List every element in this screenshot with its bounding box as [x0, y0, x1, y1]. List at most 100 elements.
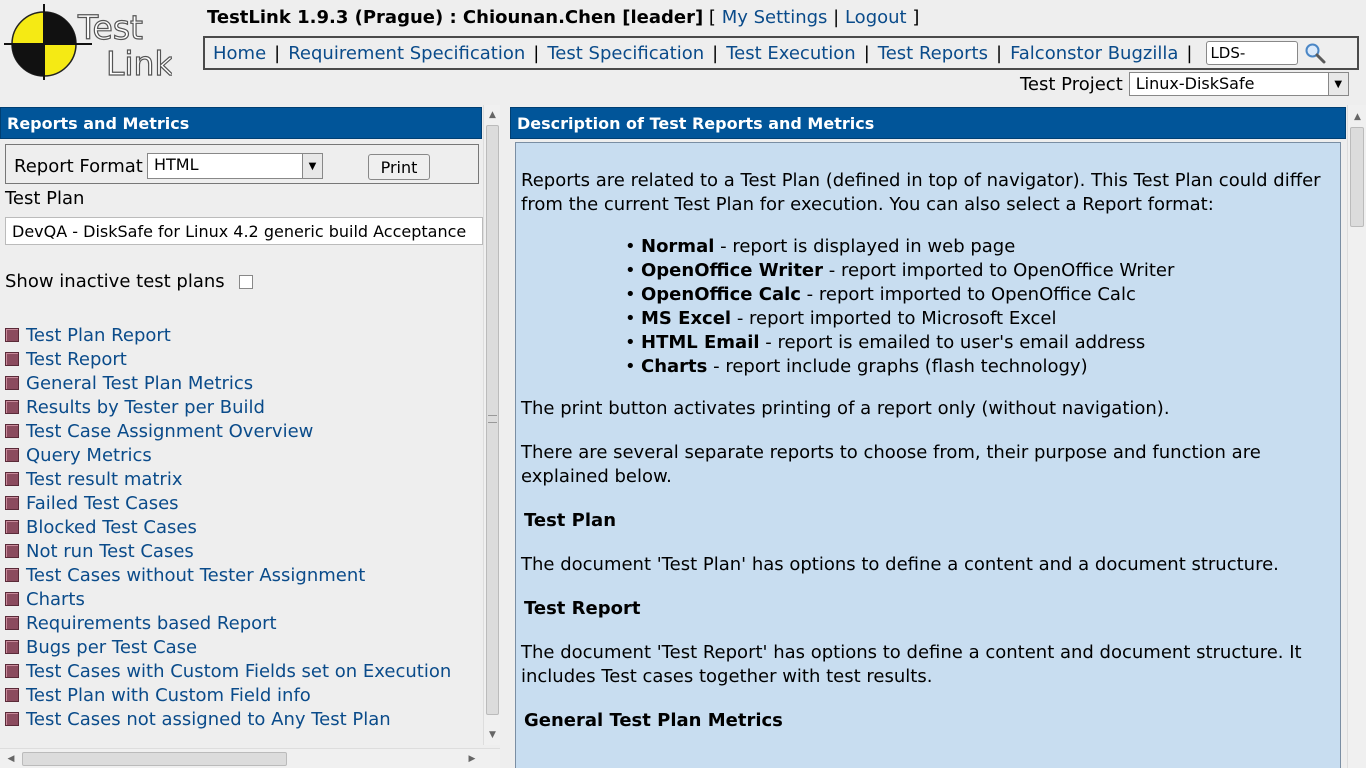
left-vertical-scrollbar[interactable]: ▲ ▼ — [483, 105, 500, 745]
scroll-left-icon[interactable]: ◀ — [3, 749, 19, 768]
list-item: Test Case Assignment Overview — [5, 419, 451, 443]
list-item: General Test Plan Metrics — [5, 371, 451, 395]
app-title: TestLink 1.9.3 (Prague) : Chiounan.Chen … — [207, 7, 704, 28]
format-desc: - report imported to OpenOffice Writer — [823, 260, 1175, 281]
scroll-right-icon[interactable]: ▶ — [464, 749, 480, 768]
report-link-bugs[interactable]: Bugs per Test Case — [26, 637, 197, 658]
logo-text-link: Link — [106, 44, 172, 80]
logo-text-test: Test — [77, 8, 143, 47]
report-link-assignment-overview[interactable]: Test Case Assignment Overview — [26, 421, 313, 442]
list-item: Charts — [5, 587, 451, 611]
description-content: Reports are related to a Test Plan (defi… — [515, 142, 1341, 768]
list-item: Test result matrix — [5, 467, 451, 491]
nav-test-reports[interactable]: Test Reports — [878, 43, 988, 64]
scroll-down-icon[interactable]: ▼ — [484, 727, 501, 743]
list-item: Blocked Test Cases — [5, 515, 451, 539]
format-desc: - report include graphs (flash technolog… — [707, 356, 1088, 377]
format-desc: - report imported to OpenOffice Calc — [800, 284, 1136, 305]
nav-requirement-specification[interactable]: Requirement Specification — [288, 43, 525, 64]
left-horizontal-scrollbar[interactable]: ◀ ▶ — [0, 748, 500, 768]
bullet-icon — [5, 328, 19, 342]
bullet-icon — [5, 496, 19, 510]
nav-separator: | — [863, 42, 870, 64]
header: Test Link TestLink 1.9.3 (Prague) : Chio… — [0, 0, 1366, 100]
testcase-search-input[interactable] — [1206, 41, 1299, 65]
section-text: The document 'Test Report' has options t… — [521, 642, 1302, 687]
scroll-up-icon[interactable]: ▲ — [1348, 110, 1366, 124]
report-format-select[interactable]: HTML ▼ — [147, 153, 323, 179]
report-link-query-metrics[interactable]: Query Metrics — [26, 445, 152, 466]
test-plan-select[interactable]: DevQA - DiskSafe for Linux 4.2 generic b… — [5, 217, 483, 245]
reports-navigator-pane: Reports and Metrics Report Format HTML ▼… — [0, 105, 500, 768]
bullet-icon — [5, 664, 19, 678]
report-link-test-plan-report[interactable]: Test Plan Report — [26, 325, 171, 346]
nav-separator: | — [274, 42, 281, 64]
list-item: Bugs per Test Case — [5, 635, 451, 659]
format-name: OpenOffice Calc — [641, 284, 801, 305]
scroll-up-icon[interactable]: ▲ — [484, 107, 501, 123]
report-link-without-tester[interactable]: Test Cases without Tester Assignment — [26, 565, 365, 586]
report-format-label: Report Format — [14, 156, 143, 177]
report-link-blocked[interactable]: Blocked Test Cases — [26, 517, 197, 538]
list-item: Query Metrics — [5, 443, 451, 467]
logout-link[interactable]: Logout — [845, 7, 907, 28]
bullet-icon — [5, 544, 19, 558]
scroll-thumb[interactable] — [1350, 127, 1364, 227]
show-inactive-row: Show inactive test plans — [5, 271, 253, 292]
bullet-icon — [5, 352, 19, 366]
report-link-failed[interactable]: Failed Test Cases — [26, 493, 179, 514]
test-project-value: Linux-DiskSafe — [1135, 74, 1255, 93]
right-vertical-scrollbar[interactable]: ▲ — [1347, 105, 1366, 768]
search-icon[interactable] — [1304, 42, 1326, 64]
list-item: Normal - report is displayed in web page — [625, 235, 1335, 259]
list-item: Test Cases not assigned to Any Test Plan — [5, 707, 451, 731]
report-link-test-report[interactable]: Test Report — [26, 349, 127, 370]
list-item: Test Plan with Custom Field info — [5, 683, 451, 707]
nav-test-execution[interactable]: Test Execution — [726, 43, 856, 64]
bracket-close: ] — [912, 7, 920, 28]
list-item: Test Cases without Tester Assignment — [5, 563, 451, 587]
report-link-requirements[interactable]: Requirements based Report — [26, 613, 277, 634]
grip-icon — [488, 415, 497, 423]
nav-test-specification[interactable]: Test Specification — [547, 43, 704, 64]
list-item: Test Report — [5, 347, 451, 371]
list-item: Test Cases with Custom Fields set on Exe… — [5, 659, 451, 683]
list-item: Requirements based Report — [5, 611, 451, 635]
nav-separator: | — [712, 42, 719, 64]
nav-home[interactable]: Home — [213, 43, 266, 64]
report-link-custom-fields-execution[interactable]: Test Cases with Custom Fields set on Exe… — [26, 661, 451, 682]
chevron-down-icon: ▼ — [1327, 73, 1348, 95]
chevron-down-icon: ▼ — [302, 154, 322, 178]
list-item: OpenOffice Writer - report imported to O… — [625, 259, 1335, 283]
format-name: Charts — [641, 356, 708, 377]
report-list: Test Plan Report Test Report General Tes… — [5, 323, 451, 731]
bullet-icon — [5, 688, 19, 702]
report-link-not-run[interactable]: Not run Test Cases — [26, 541, 194, 562]
main-navbar: Home | Requirement Specification | Test … — [203, 36, 1359, 70]
test-project-select[interactable]: Linux-DiskSafe ▼ — [1128, 72, 1349, 96]
format-desc: - report is emailed to user's email addr… — [759, 332, 1146, 353]
report-link-result-matrix[interactable]: Test result matrix — [26, 469, 183, 490]
my-settings-link[interactable]: My Settings — [722, 7, 828, 28]
format-name: HTML Email — [641, 332, 760, 353]
report-link-charts[interactable]: Charts — [26, 589, 85, 610]
report-link-not-assigned[interactable]: Test Cases not assigned to Any Test Plan — [26, 709, 391, 730]
print-button[interactable]: Print — [368, 154, 430, 180]
description-pane-title: Description of Test Reports and Metrics — [510, 107, 1346, 139]
section-heading: General Test Plan Metrics — [524, 710, 783, 731]
list-item: Test Plan Report — [5, 323, 451, 347]
bullet-icon — [5, 592, 19, 606]
report-link-plan-custom-field[interactable]: Test Plan with Custom Field info — [26, 685, 311, 706]
scroll-thumb[interactable] — [22, 752, 287, 766]
testlink-logo[interactable]: Test Link — [2, 4, 175, 84]
nav-falconstor-bugzilla[interactable]: Falconstor Bugzilla — [1010, 43, 1178, 64]
bullet-icon — [5, 448, 19, 462]
report-link-results-by-tester[interactable]: Results by Tester per Build — [26, 397, 265, 418]
bullet-icon — [5, 640, 19, 654]
bullet-icon — [5, 472, 19, 486]
title-separator: | — [833, 7, 840, 28]
report-link-general-metrics[interactable]: General Test Plan Metrics — [26, 373, 253, 394]
list-item: Charts - report include graphs (flash te… — [625, 355, 1335, 379]
bullet-icon — [5, 424, 19, 438]
show-inactive-checkbox[interactable] — [238, 274, 253, 289]
